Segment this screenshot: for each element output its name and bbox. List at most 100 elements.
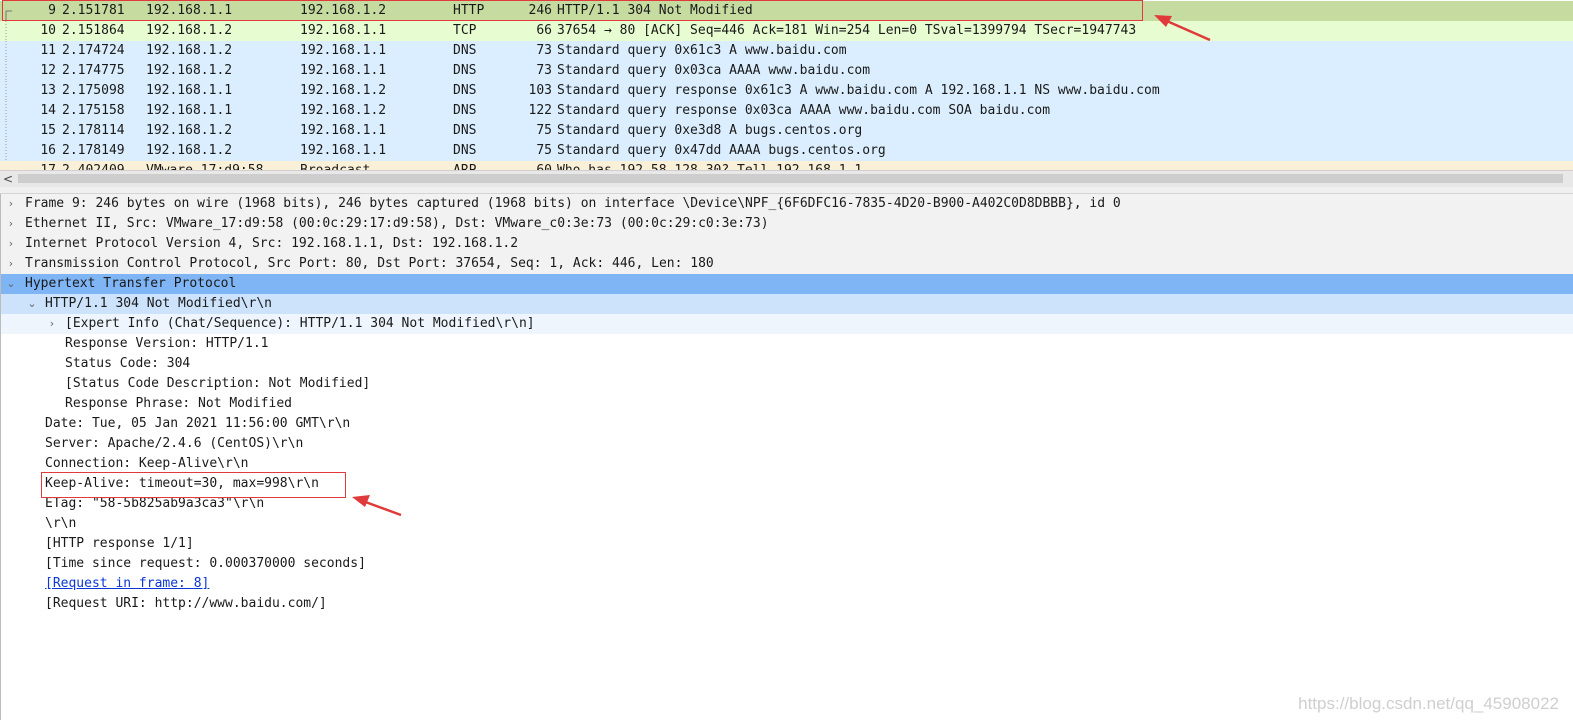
packet-length: 75 <box>536 143 552 158</box>
packet-no: 13 <box>40 83 56 98</box>
chevron-down-icon[interactable]: ⌄ <box>26 294 38 314</box>
packet-info: HTTP/1.1 304 Not Modified <box>557 3 753 18</box>
conversation-tree-icon <box>0 1 12 21</box>
detail-expert-info-text: [Expert Info (Chat/Sequence): HTTP/1.1 3… <box>65 316 535 331</box>
packet-time: 2.174724 <box>62 43 125 58</box>
packet-destination: 192.168.1.2 <box>300 3 387 18</box>
packet-row-17[interactable]: 17 2.402409 VMware_17:d9:58 Broadcast AR… <box>0 161 1573 170</box>
packet-row-16[interactable]: 16 2.178149 192.168.1.2 192.168.1.1 DNS … <box>0 141 1573 161</box>
packet-time: 2.151781 <box>62 3 125 18</box>
chevron-right-icon[interactable]: › <box>46 314 58 334</box>
packet-source: 192.168.1.2 <box>146 63 233 78</box>
detail-row-request-in-frame[interactable]: [Request in frame: 8] <box>1 574 1573 594</box>
detail-row-server[interactable]: Server: Apache/2.4.6 (CentOS)\r\n <box>1 434 1573 454</box>
scroll-left-icon[interactable]: < <box>3 171 13 187</box>
detail-ethernet-text: Ethernet II, Src: VMware_17:d9:58 (00:0c… <box>25 216 769 231</box>
packet-protocol: DNS <box>453 143 477 158</box>
packet-row-11[interactable]: 11 2.174724 192.168.1.2 192.168.1.1 DNS … <box>0 41 1573 61</box>
conversation-tree-icon <box>0 121 12 141</box>
detail-time-since-text: [Time since request: 0.000370000 seconds… <box>45 556 366 571</box>
pane-splitter[interactable] <box>0 187 1573 194</box>
detail-status-desc-text: [Status Code Description: Not Modified] <box>65 376 371 391</box>
packet-info: 37654 → 80 [ACK] Seq=446 Ack=181 Win=254… <box>557 23 1137 38</box>
detail-row-date[interactable]: Date: Tue, 05 Jan 2021 11:56:00 GMT\r\n <box>1 414 1573 434</box>
packet-row-14[interactable]: 14 2.175158 192.168.1.1 192.168.1.2 DNS … <box>0 101 1573 121</box>
detail-request-uri-text: [Request URI: http://www.baidu.com/] <box>45 596 327 611</box>
detail-row-etag[interactable]: ETag: "58-5b825ab9a3ca3"\r\n <box>1 494 1573 514</box>
detail-status-code-text: Status Code: 304 <box>65 356 191 371</box>
packet-info: Standard query response 0x61c3 A www.bai… <box>557 83 1160 98</box>
packet-info: Standard query 0x61c3 A www.baidu.com <box>557 43 847 58</box>
detail-row-expert-info[interactable]: › [Expert Info (Chat/Sequence): HTTP/1.1… <box>1 314 1573 334</box>
packet-destination: 192.168.1.1 <box>300 43 387 58</box>
chevron-right-icon[interactable]: › <box>5 194 17 214</box>
packet-protocol: HTTP <box>453 3 485 18</box>
packet-length: 73 <box>536 43 552 58</box>
conversation-tree-icon <box>0 81 12 101</box>
packet-source: 192.168.1.2 <box>146 143 233 158</box>
packet-row-15[interactable]: 15 2.178114 192.168.1.2 192.168.1.1 DNS … <box>0 121 1573 141</box>
packet-destination: 192.168.1.2 <box>300 83 387 98</box>
detail-row-ip[interactable]: › Internet Protocol Version 4, Src: 192.… <box>1 234 1573 254</box>
detail-row-http-response[interactable]: [HTTP response 1/1] <box>1 534 1573 554</box>
packet-protocol: DNS <box>453 103 477 118</box>
packet-row-13[interactable]: 13 2.175098 192.168.1.1 192.168.1.2 DNS … <box>0 81 1573 101</box>
packet-info: Standard query 0xe3d8 A bugs.centos.org <box>557 123 863 138</box>
chevron-right-icon[interactable]: › <box>5 214 17 234</box>
packet-row-10[interactable]: 10 2.151864 192.168.1.2 192.168.1.1 TCP … <box>0 21 1573 41</box>
detail-row-frame[interactable]: › Frame 9: 246 bytes on wire (1968 bits)… <box>1 194 1573 214</box>
detail-row-keep-alive[interactable]: Keep-Alive: timeout=30, max=998\r\n <box>1 474 1573 494</box>
packet-destination: Broadcast <box>300 161 370 170</box>
detail-row-status-code[interactable]: Status Code: 304 <box>1 354 1573 374</box>
detail-frame-text: Frame 9: 246 bytes on wire (1968 bits), … <box>25 196 1121 211</box>
packet-details-pane[interactable]: › Frame 9: 246 bytes on wire (1968 bits)… <box>0 194 1573 720</box>
packet-destination: 192.168.1.1 <box>300 143 387 158</box>
packet-protocol: DNS <box>453 63 477 78</box>
detail-row-crlf[interactable]: \r\n <box>1 514 1573 534</box>
detail-row-request-uri[interactable]: [Request URI: http://www.baidu.com/] <box>1 594 1573 614</box>
detail-row-tcp[interactable]: › Transmission Control Protocol, Src Por… <box>1 254 1573 274</box>
request-in-frame-link[interactable]: [Request in frame: 8] <box>45 574 209 594</box>
detail-etag-text: ETag: "58-5b825ab9a3ca3"\r\n <box>45 496 265 511</box>
conversation-tree-icon <box>0 21 12 41</box>
packet-time: 2.175158 <box>62 103 125 118</box>
conversation-tree-icon <box>0 141 12 161</box>
packet-length: 122 <box>528 103 552 118</box>
detail-row-status-line[interactable]: ⌄ HTTP/1.1 304 Not Modified\r\n <box>1 294 1573 314</box>
packet-length: 75 <box>536 123 552 138</box>
packet-destination: 192.168.1.1 <box>300 23 387 38</box>
packet-length: 246 <box>528 3 552 18</box>
packet-time: 2.174775 <box>62 63 125 78</box>
detail-row-status-desc[interactable]: [Status Code Description: Not Modified] <box>1 374 1573 394</box>
packet-time: 2.175098 <box>62 83 125 98</box>
conversation-tree-icon <box>0 41 12 61</box>
detail-row-connection[interactable]: Connection: Keep-Alive\r\n <box>1 454 1573 474</box>
detail-http-text: Hypertext Transfer Protocol <box>25 276 237 291</box>
detail-row-response-version[interactable]: Response Version: HTTP/1.1 <box>1 334 1573 354</box>
packet-no: 12 <box>40 63 56 78</box>
detail-connection-text: Connection: Keep-Alive\r\n <box>45 456 249 471</box>
packet-info: Who has 192.58.128.30? Tell 192.168.1.1 <box>557 161 862 170</box>
chevron-right-icon[interactable]: › <box>5 254 17 274</box>
horizontal-scrollbar[interactable]: < <box>0 170 1573 187</box>
chevron-right-icon[interactable]: › <box>5 234 17 254</box>
packet-protocol: ARP <box>453 161 476 170</box>
packet-source: 192.168.1.2 <box>146 123 233 138</box>
packet-row-9[interactable]: 9 2.151781 192.168.1.1 192.168.1.2 HTTP … <box>0 1 1573 21</box>
scrollbar-thumb[interactable] <box>18 174 1563 183</box>
detail-row-response-phrase[interactable]: Response Phrase: Not Modified <box>1 394 1573 414</box>
packet-no: 10 <box>40 23 56 38</box>
detail-crlf-text: \r\n <box>45 516 77 531</box>
chevron-down-icon[interactable]: ⌄ <box>5 274 17 294</box>
packet-info: Standard query 0x47dd AAAA bugs.centos.o… <box>557 143 886 158</box>
packet-no: 9 <box>48 3 56 18</box>
packet-destination: 192.168.1.1 <box>300 63 387 78</box>
detail-row-http[interactable]: ⌄ Hypertext Transfer Protocol <box>1 274 1573 294</box>
detail-row-time-since[interactable]: [Time since request: 0.000370000 seconds… <box>1 554 1573 574</box>
conversation-tree-icon <box>0 101 12 121</box>
packet-list[interactable]: 9 2.151781 192.168.1.1 192.168.1.2 HTTP … <box>0 0 1573 170</box>
packet-row-12[interactable]: 12 2.174775 192.168.1.2 192.168.1.1 DNS … <box>0 61 1573 81</box>
watermark: https://blog.csdn.net/qq_45908022 <box>1298 694 1559 713</box>
detail-row-ethernet[interactable]: › Ethernet II, Src: VMware_17:d9:58 (00:… <box>1 214 1573 234</box>
packet-source: 192.168.1.2 <box>146 43 233 58</box>
